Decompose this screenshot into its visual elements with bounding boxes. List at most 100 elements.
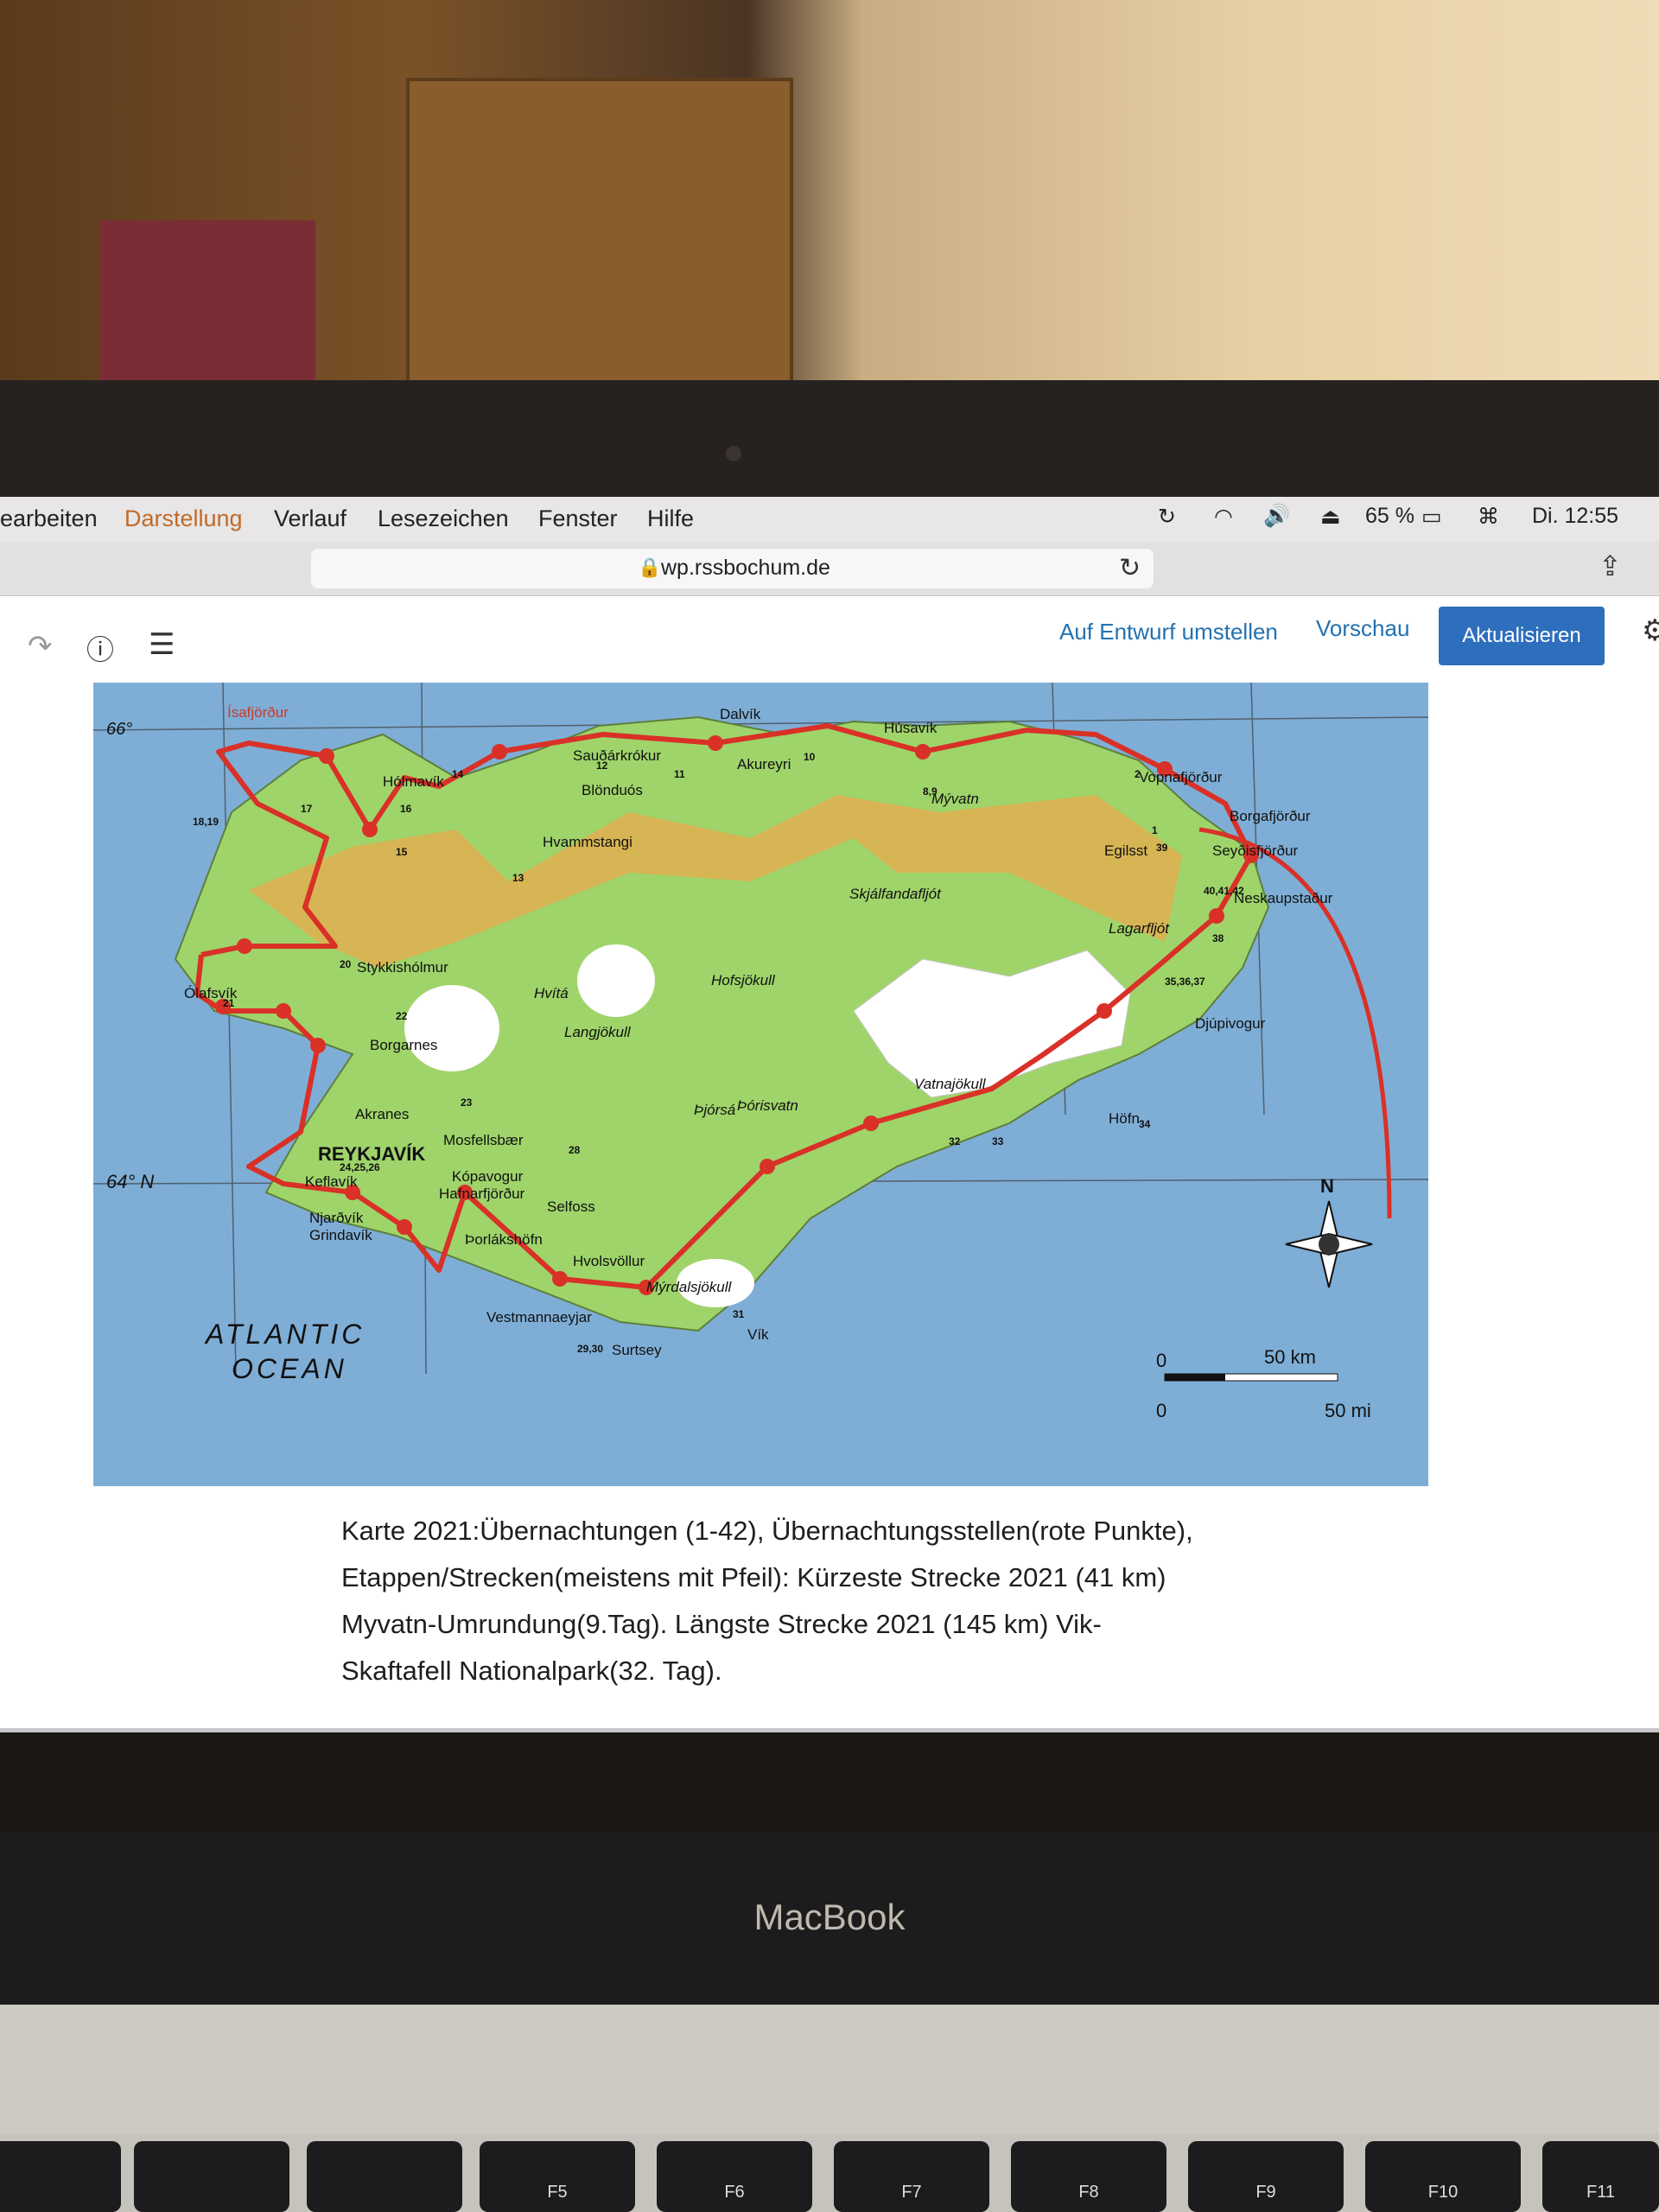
ocean-label-1: ATLANTIC (204, 1319, 365, 1350)
keyboard-icon[interactable]: ⌘ (1478, 504, 1499, 530)
stop-number: 24,25,26 (340, 1161, 380, 1173)
scale-zero-mi: 0 (1156, 1400, 1166, 1421)
stop-number: 39 (1156, 842, 1168, 854)
place-borgarnes: Borgarnes (370, 1037, 437, 1053)
place-hafnarfjordur: Hafnarfjörður (439, 1185, 525, 1202)
battery-percent: 65 % (1365, 504, 1414, 528)
key-f7[interactable]: F7 (834, 2141, 989, 2212)
volume-icon[interactable]: 🔊 (1263, 504, 1290, 529)
place-grindavik: Grindavík (309, 1227, 372, 1243)
stop-number: 33 (992, 1135, 1004, 1147)
reload-icon[interactable]: ↻ (1119, 553, 1141, 583)
scale-km-label: 50 km (1264, 1346, 1316, 1368)
place-myrdalsjokull: Mýrdalsjökull (646, 1279, 732, 1295)
key-f5[interactable]: F5 (480, 2141, 635, 2212)
menu-view[interactable]: Darstellung (124, 505, 243, 532)
key-label: F11 (1586, 2183, 1615, 2202)
place-borgafjordur: Borgafjörður (1230, 808, 1311, 824)
stop-number: 20 (340, 958, 352, 970)
settings-gear-icon[interactable]: ⚙ (1642, 613, 1659, 648)
share-icon[interactable]: ⇪ (1599, 550, 1622, 582)
menu-help[interactable]: Hilfe (647, 505, 694, 532)
redo-icon[interactable]: ↷ (28, 629, 53, 664)
compass-north-label: N (1320, 1175, 1334, 1197)
speaker-grille (0, 2005, 1659, 2143)
laptop-brand: MacBook (753, 1897, 906, 1937)
browser-toolbar: 🔒 wp.rssbochum.de ↻ ⇪ (0, 542, 1659, 596)
place-dalvik: Dalvík (720, 706, 761, 722)
bookshelf (406, 78, 793, 396)
place-vik: Vík (747, 1326, 769, 1343)
stop-number: 32 (949, 1135, 961, 1147)
menu-edit[interactable]: earbeiten (0, 505, 98, 532)
menu-bookmarks[interactable]: Lesezeichen (378, 505, 509, 532)
key-f6[interactable]: F6 (657, 2141, 812, 2212)
key-f10[interactable]: F10 (1365, 2141, 1521, 2212)
scale-mi-label: 50 mi (1325, 1400, 1371, 1421)
langjokull-glacier (404, 985, 499, 1071)
lock-icon: 🔒 (638, 556, 662, 578)
place-thorisvatn: Þórisvatn (737, 1097, 798, 1114)
place-skjalfandafljot: Skjálfandafljót (849, 886, 942, 902)
place-hofn: Höfn (1109, 1110, 1140, 1127)
preview-link[interactable]: Vorschau (1316, 615, 1409, 642)
stop-number: 28 (569, 1144, 581, 1156)
stop-number: 11 (674, 768, 685, 780)
place-saudarkrokur: Sauðárkrókur (573, 747, 661, 764)
time-machine-icon[interactable]: ↻ (1158, 504, 1176, 530)
clock[interactable]: Di. 12:55 (1532, 504, 1618, 529)
key-f11[interactable]: F11 (1542, 2141, 1659, 2212)
key-f8[interactable]: F8 (1011, 2141, 1166, 2212)
menu-window[interactable]: Fenster (538, 505, 618, 532)
outline-icon[interactable]: ☰ (149, 627, 175, 662)
place-thjorsa: Þjórsá (694, 1102, 735, 1118)
stop-number: 15 (396, 846, 408, 858)
place-stykkisholmur: Stykkishólmur (357, 959, 448, 976)
menu-bar: earbeiten Darstellung Verlauf Lesezeiche… (0, 497, 1659, 543)
map-caption: Karte 2021:Übernachtungen (1-42), Überna… (341, 1516, 1193, 1686)
key-label: F5 (547, 2183, 568, 2202)
update-button[interactable]: Aktualisieren (1439, 607, 1605, 665)
key-f9[interactable]: F9 (1188, 2141, 1344, 2212)
camera-icon (726, 446, 741, 461)
place-husavik: Húsavík (884, 720, 938, 736)
switch-to-draft-link[interactable]: Auf Entwurf umstellen (1059, 619, 1278, 645)
place-surtsey: Surtsey (612, 1342, 662, 1358)
place-hvolsvollur: Hvolsvöllur (573, 1253, 645, 1269)
screen-bezel (0, 380, 1659, 510)
place-myvatn: Mývatn (931, 791, 979, 807)
stop-number: 13 (512, 872, 524, 884)
stop-number: 10 (804, 751, 816, 763)
stop-number: 29,30 (577, 1343, 603, 1355)
stop-number: 16 (400, 803, 412, 815)
place-langjokull: Langjökull (564, 1024, 632, 1040)
stop-number: 12 (596, 760, 608, 772)
stop-number: 2 (1135, 768, 1141, 780)
place-vestmannaeyjar: Vestmannaeyjar (486, 1309, 592, 1325)
place-vatnajokull: Vatnajökull (914, 1076, 987, 1092)
wifi-icon[interactable]: ◠ (1214, 504, 1233, 530)
mission-control-key-icon[interactable] (134, 2141, 289, 2212)
key-label: F9 (1255, 2183, 1276, 2202)
room-background (0, 0, 1659, 406)
stop-number: 1 (1152, 824, 1158, 836)
battery-icon[interactable]: ▭ (1421, 504, 1442, 530)
brightness-key-icon[interactable] (0, 2141, 121, 2212)
place-egilsstadir: Egilsst (1104, 842, 1147, 859)
stop-number: 31 (733, 1308, 745, 1320)
launchpad-key-icon[interactable] (307, 2141, 462, 2212)
place-holmavik: Hólmavík (383, 773, 444, 790)
stop-number: 8,9 (923, 785, 938, 798)
place-kopavogur: Kópavogur (452, 1168, 524, 1185)
address-bar[interactable]: 🔒 wp.rssbochum.de ↻ (311, 549, 1154, 588)
hofsjokull-glacier (577, 944, 655, 1017)
post-content: 66° 64° N ATLANTIC OCEAN Ísafjörður Hólm… (0, 683, 1659, 1728)
place-mosfellsbaer: Mosfellsbær (443, 1132, 524, 1148)
screen: earbeiten Darstellung Verlauf Lesezeiche… (0, 497, 1659, 1732)
info-icon[interactable]: ⓘ (86, 628, 114, 668)
eject-icon[interactable]: ⏏ (1320, 504, 1341, 530)
key-label: F7 (901, 2183, 922, 2202)
menu-history[interactable]: Verlauf (274, 505, 346, 532)
place-njardvik: Njarðvík (309, 1210, 364, 1226)
place-blonduos: Blönduós (582, 782, 643, 798)
